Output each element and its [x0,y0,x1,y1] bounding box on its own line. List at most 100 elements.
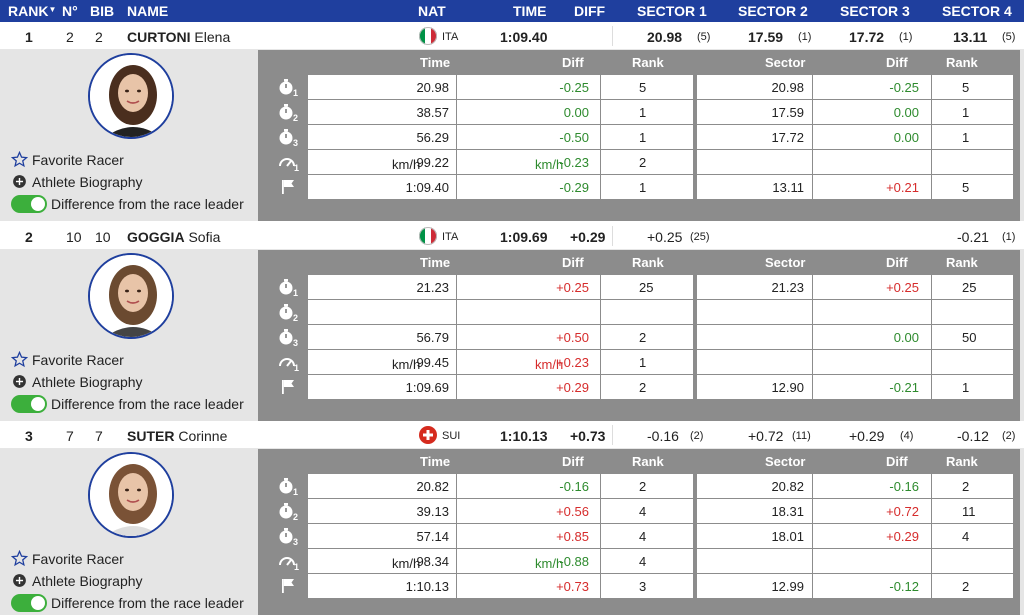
stopwatch-intermediate-3-icon: 3 [278,127,300,148]
split-time: 99.45 [416,355,449,370]
sector-2-rank: (1) [798,31,812,43]
split-diff: -0.16 [559,479,589,494]
sector-time: 12.90 [771,380,804,395]
difference-toggle[interactable]: Difference from the race leader [11,195,244,213]
results-header: RANK▼ N° BIB NAME NAT TIME DIFF SECTOR 1… [0,0,1024,22]
split-times-panel: Time Diff Rank Sector Diff Rank 1 2 3 1 21.… [258,250,1020,421]
sector-rank-cell: 2 [932,574,1013,598]
split-rank: 1 [639,105,647,120]
athlete-biography-link[interactable]: Athlete Biography [11,572,143,589]
col-sector: Sector [765,55,806,70]
diff-cell: km/h -0.23 [457,150,600,174]
split-diff: -0.29 [559,180,589,195]
sector-4-rank: (2) [1002,430,1016,442]
sector-diff-cell: -0.25 [813,75,931,99]
split-time: 21.23 [416,280,449,295]
athlete-biography-link[interactable]: Athlete Biography [11,173,143,190]
sector-rank-cell: 5 [932,75,1013,99]
split-rank: 2 [639,330,647,345]
sector-cell: 12.90 [697,375,812,399]
racer-row[interactable]: 1 2 2 CURTONI Elena ITA 1:09.40 20.98 (5… [0,22,1024,50]
racer-lastname: SUTER [127,428,175,444]
favorite-racer-link[interactable]: Favorite Racer [10,549,124,567]
time-cell: km/h 98.34 [308,549,467,573]
col-diff: Diff [562,454,584,469]
racer-block: 1 2 2 CURTONI Elena ITA 1:09.40 20.98 (5… [0,22,1024,221]
diff-value: +0.29 [570,229,606,245]
header-rank[interactable]: RANK▼ [8,3,56,19]
time-value: 1:09.69 [500,229,548,245]
split-diff: +0.85 [556,529,589,544]
star-icon [10,549,29,567]
svg-text:1: 1 [293,288,298,297]
athlete-biography-link[interactable]: Athlete Biography [11,373,143,390]
nat-value: ITA [442,31,459,43]
col-sector-rank: Rank [946,255,978,270]
toggle-switch[interactable] [11,195,47,213]
sector-diff: 0.00 [893,130,919,145]
sort-down-icon[interactable]: ▼ [48,5,56,14]
header-sector4: SECTOR 4 [942,3,1012,19]
favorite-racer-link[interactable]: Favorite Racer [10,150,124,168]
difference-toggle[interactable]: Difference from the race leader [11,395,244,413]
sector-1-value: 20.98 [647,29,683,45]
sector-rank: 25 [962,280,977,295]
diff-cell: 0.00 [457,100,600,124]
stopwatch-intermediate-1-icon: 1 [278,277,300,298]
split-rank: 4 [639,504,647,519]
racer-row[interactable]: 2 10 10 GOGGIA Sofia ITA 1:09.69 +0.29 +… [0,222,1024,250]
svg-text:1: 1 [294,562,299,571]
avatar[interactable] [88,452,174,538]
rank-cell: 1 [601,175,693,199]
favorite-racer-link[interactable]: Favorite Racer [10,350,124,368]
time-value: 1:10.13 [500,428,548,444]
speed-gauge-icon: 1 [278,152,300,173]
svg-text:3: 3 [293,138,298,147]
sector-diff-cell: -0.12 [813,574,931,598]
header-name: NAME [127,3,169,19]
toggle-switch[interactable] [11,594,47,612]
svg-text:1: 1 [294,363,299,372]
rank-cell: 4 [601,524,693,548]
racer-name[interactable]: SUTER Corinne [127,428,227,444]
split-time: 57.14 [416,529,449,544]
time-cell: 56.79 [308,325,467,349]
avatar[interactable] [88,253,174,339]
stopwatch-intermediate-2-icon: 2 [278,102,300,123]
sector-diff-cell: +0.72 [813,499,931,523]
sector-cell: 18.01 [697,524,812,548]
sector-diff-cell [813,549,931,573]
toggle-switch[interactable] [11,395,47,413]
split-diff: -0.23 [559,155,589,170]
star-icon [10,150,29,168]
racer-row[interactable]: 3 7 7 SUTER Corinne SUI 1:10.13 +0.73 -0… [0,421,1024,449]
difference-toggle[interactable]: Difference from the race leader [11,594,244,612]
header-time: TIME [513,3,547,19]
sector-rank-cell: 5 [932,175,1013,199]
sector-diff-cell: +0.21 [813,175,931,199]
stopwatch-intermediate-2-icon: 2 [278,302,300,323]
italy-flag [419,27,437,48]
rank-cell: 1 [601,100,693,124]
sector-3-value: 17.72 [849,29,885,45]
finish-flag-icon [278,576,300,596]
racer-block: 3 7 7 SUTER Corinne SUI 1:10.13 +0.73 -0… [0,421,1024,615]
col-diff: Diff [562,255,584,270]
racer-name[interactable]: GOGGIA Sofia [127,229,220,245]
sector-1-value: -0.16 [647,428,679,444]
col-sector-diff: Diff [886,255,908,270]
sector-time: 13.11 [772,180,804,195]
sector-diff-cell [813,150,931,174]
sector-diff-cell: -0.21 [813,375,931,399]
time-cell: 1:10.13 [308,574,467,598]
panel-header: Time Diff Rank Sector Diff Rank [258,250,1020,274]
rank-value: 2 [25,229,33,245]
split-diff: +0.29 [556,380,589,395]
sector-rank-cell [932,300,1013,324]
diff-cell: -0.50 [457,125,600,149]
avatar[interactable] [88,53,174,139]
swiss-flag [419,426,437,447]
sector-3-rank: (1) [899,31,913,43]
racer-name[interactable]: CURTONI Elena [127,29,230,45]
split-diff: -0.88 [559,554,589,569]
